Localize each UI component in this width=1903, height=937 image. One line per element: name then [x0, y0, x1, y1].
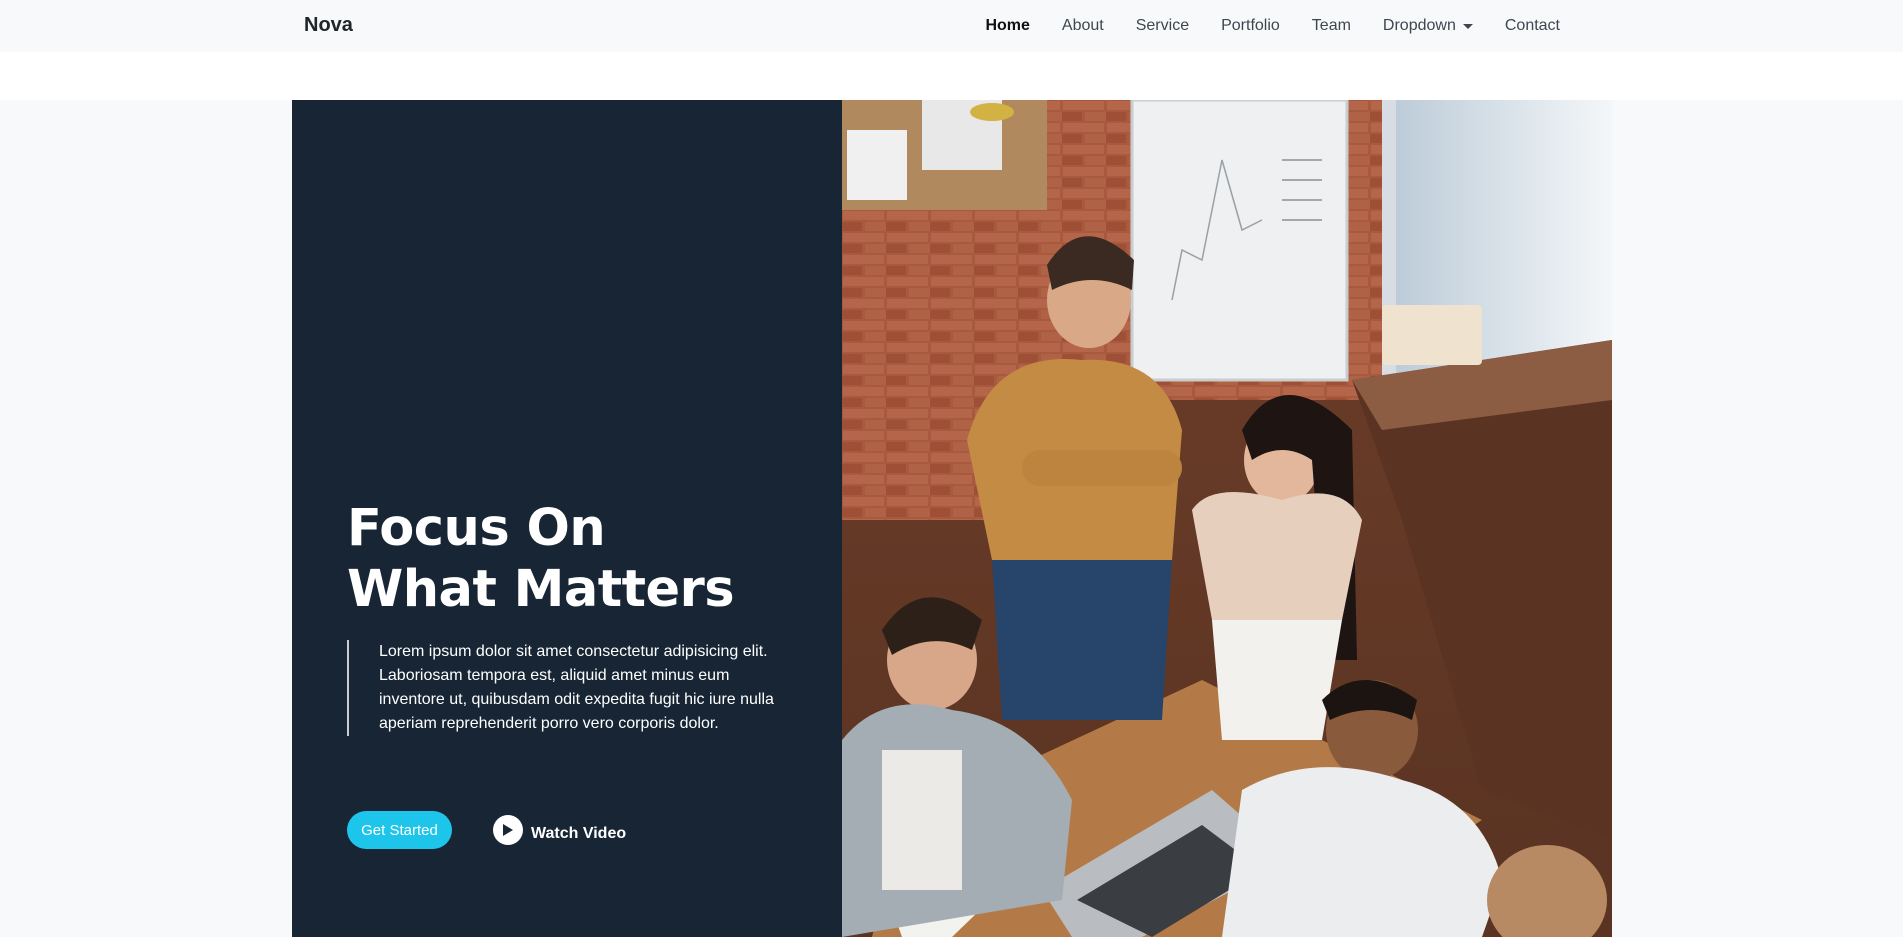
navbar: Nova Home About Service Portfolio Team D…	[0, 0, 1903, 52]
team-meeting-photo	[842, 100, 1612, 937]
brand-logo[interactable]: Nova	[304, 14, 353, 37]
play-icon[interactable]	[493, 815, 523, 845]
nav-link-label: Dropdown	[1382, 17, 1456, 34]
hero-title: Focus On What Matters	[347, 499, 735, 619]
photo-illustration	[842, 100, 1612, 937]
watch-video-link[interactable]: Watch Video	[493, 814, 626, 846]
header-spacer	[0, 52, 1903, 100]
nav-link-label: Team	[1311, 17, 1351, 34]
nav-link-portfolio[interactable]: Portfolio	[1205, 17, 1296, 35]
nav-link-team[interactable]: Team	[1296, 17, 1367, 35]
nav-link-label: Portfolio	[1221, 17, 1280, 34]
hero-quote: Lorem ipsum dolor sit amet consectetur a…	[347, 640, 787, 736]
nav-link-label: Service	[1135, 17, 1190, 34]
nav-link-home[interactable]: Home	[969, 17, 1045, 35]
nav-link-contact[interactable]: Contact	[1489, 17, 1576, 35]
get-started-button[interactable]: Get Started	[347, 811, 452, 849]
nav-links: Home About Service Portfolio Team Dropdo…	[969, 0, 1576, 52]
nav-link-service[interactable]: Service	[1120, 17, 1205, 35]
nav-link-label: About	[1061, 17, 1104, 34]
nav-link-label: Home	[985, 17, 1030, 34]
nav-link-label: Contact	[1504, 17, 1560, 34]
caret-down-icon	[1462, 23, 1473, 29]
watch-video-label: Watch Video	[531, 825, 627, 842]
nav-dropdown-toggle[interactable]: Dropdown	[1367, 17, 1489, 35]
nav-link-about[interactable]: About	[1046, 17, 1120, 35]
